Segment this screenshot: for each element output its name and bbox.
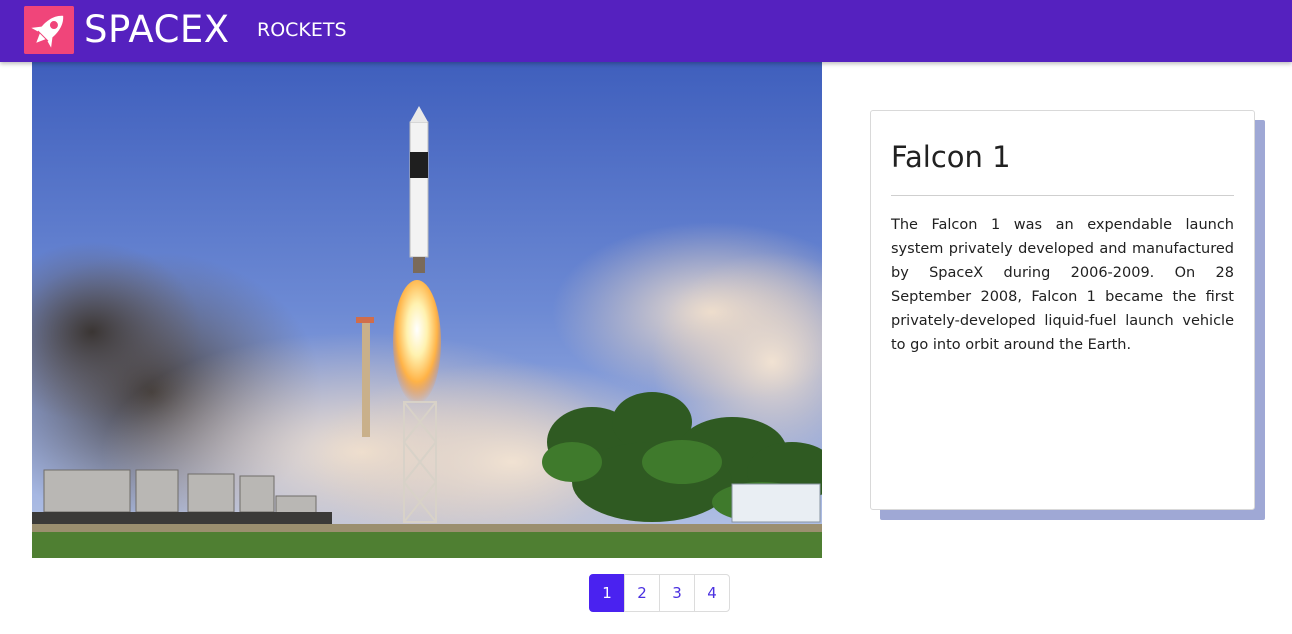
rocket-name: Falcon 1 <box>891 140 1011 174</box>
nav-link-rockets[interactable]: ROCKETS <box>257 18 347 42</box>
page-button-3[interactable]: 3 <box>659 574 695 612</box>
pagination: 1 2 3 4 <box>589 574 730 612</box>
top-navbar: SPACEX ROCKETS <box>0 0 1292 62</box>
rocket-launch-image <box>32 62 822 558</box>
page-button-4[interactable]: 4 <box>694 574 730 612</box>
rocket-info-card: Falcon 1 The Falcon 1 was an expendable … <box>870 110 1255 510</box>
card-divider <box>891 195 1234 196</box>
page-button-2[interactable]: 2 <box>624 574 660 612</box>
rocket-icon[interactable] <box>24 6 74 54</box>
page-button-1[interactable]: 1 <box>589 574 625 612</box>
rocket-description: The Falcon 1 was an expendable launch sy… <box>891 217 1234 353</box>
brand-title[interactable]: SPACEX <box>84 8 230 52</box>
